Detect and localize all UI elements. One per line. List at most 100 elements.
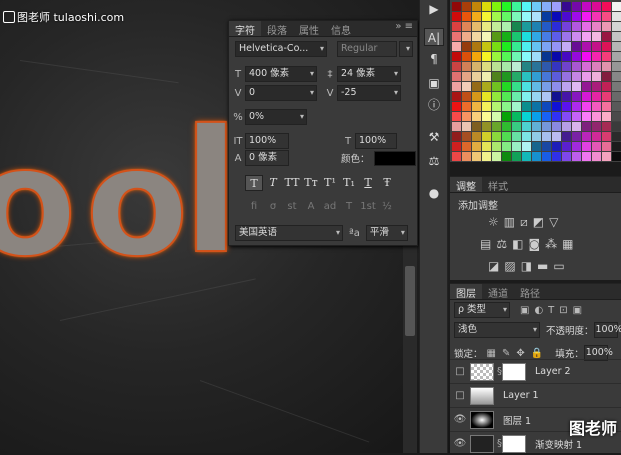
swatch[interactable]	[452, 122, 461, 131]
swatch[interactable]	[472, 12, 481, 21]
play-icon[interactable]: ▶	[424, 0, 444, 18]
swatch[interactable]	[612, 102, 621, 111]
swatch[interactable]	[492, 32, 501, 41]
swatch[interactable]	[472, 122, 481, 131]
swatch[interactable]	[522, 2, 531, 11]
swatch[interactable]	[582, 52, 591, 61]
swatch[interactable]	[532, 82, 541, 91]
swatch[interactable]	[512, 92, 521, 101]
swatch[interactable]	[472, 22, 481, 31]
text-color-swatch[interactable]	[373, 150, 416, 166]
swatch[interactable]	[602, 92, 611, 101]
swatch[interactable]	[462, 132, 471, 141]
swatch[interactable]	[572, 32, 581, 41]
swatch[interactable]	[582, 32, 591, 41]
swatch[interactable]	[502, 2, 511, 11]
titling-alternates-button[interactable]: ad	[321, 201, 339, 212]
swatch[interactable]	[542, 142, 551, 151]
swatch[interactable]	[452, 72, 461, 81]
swatch[interactable]	[502, 42, 511, 51]
swatch[interactable]	[512, 102, 521, 111]
swatch[interactable]	[532, 102, 541, 111]
swatch[interactable]	[582, 112, 591, 121]
swatch[interactable]	[492, 72, 501, 81]
swatch[interactable]	[552, 12, 561, 21]
swatch[interactable]	[452, 82, 461, 91]
threshold-icon[interactable]: ◨	[521, 259, 532, 273]
swatch[interactable]	[482, 12, 491, 21]
ordinals-button[interactable]: 1st	[359, 201, 377, 212]
tab-paragraph[interactable]: 段落	[261, 21, 293, 37]
swatch[interactable]	[542, 132, 551, 141]
swatch[interactable]	[552, 102, 561, 111]
swatch[interactable]	[562, 2, 571, 11]
swatch[interactable]	[602, 72, 611, 81]
tab-layers[interactable]: 图层	[450, 284, 482, 300]
swatch[interactable]	[562, 52, 571, 61]
swatch[interactable]	[612, 92, 621, 101]
swatch[interactable]	[512, 132, 521, 141]
swatch[interactable]	[512, 42, 521, 51]
swatch[interactable]	[612, 132, 621, 141]
swatch[interactable]	[452, 32, 461, 41]
character-panel-icon[interactable]: A|	[424, 28, 444, 46]
swatch[interactable]	[472, 52, 481, 61]
panel-menu-icon[interactable]: » ≡	[391, 21, 417, 36]
swatch[interactable]	[492, 12, 501, 21]
plugin-icon[interactable]: ●	[424, 184, 444, 202]
swatch[interactable]	[612, 42, 621, 51]
ligatures-button[interactable]: fi	[245, 201, 263, 212]
swatch[interactable]	[492, 142, 501, 151]
swatch[interactable]	[482, 122, 491, 131]
swatch[interactable]	[592, 122, 601, 131]
swatch[interactable]	[542, 12, 551, 21]
swatch[interactable]	[492, 132, 501, 141]
tsume-field[interactable]: 0% ▾	[245, 109, 307, 125]
swatch[interactable]	[572, 72, 581, 81]
swatch[interactable]	[462, 72, 471, 81]
faux-bold-button[interactable]: T	[245, 175, 263, 191]
photo-filter-icon[interactable]: ◙	[528, 237, 540, 251]
swatch[interactable]	[562, 112, 571, 121]
visibility-toggle[interactable]: □	[450, 366, 470, 377]
swatch[interactable]	[512, 22, 521, 31]
swatch[interactable]	[552, 2, 561, 11]
swatch[interactable]	[502, 132, 511, 141]
tracking-field[interactable]: -25 ▾	[337, 85, 401, 101]
tool-preset-icon[interactable]: ⚒	[424, 128, 444, 146]
swatch[interactable]	[532, 132, 541, 141]
swatch[interactable]	[592, 92, 601, 101]
swatch[interactable]	[572, 142, 581, 151]
swatch[interactable]	[462, 22, 471, 31]
swatch[interactable]	[522, 152, 531, 161]
swatch[interactable]	[572, 122, 581, 131]
antialias-select[interactable]: 平滑 ▾	[365, 225, 408, 241]
swatch[interactable]	[492, 22, 501, 31]
swatch[interactable]	[502, 142, 511, 151]
swatch[interactable]	[572, 2, 581, 11]
swatch[interactable]	[612, 72, 621, 81]
adjust-icon[interactable]: ⚖	[424, 152, 444, 170]
font-size-field[interactable]: 400 像素 ▾	[245, 66, 317, 82]
lock-icons[interactable]: ▦✎✥🔒	[487, 348, 550, 359]
swatch[interactable]	[492, 112, 501, 121]
swatch[interactable]	[512, 52, 521, 61]
layer-row[interactable]: □ § Layer 2	[450, 359, 621, 383]
swatch[interactable]	[462, 92, 471, 101]
swatch[interactable]	[562, 152, 571, 161]
swatch[interactable]	[472, 72, 481, 81]
swatch[interactable]	[602, 132, 611, 141]
swatch[interactable]	[482, 152, 491, 161]
swatch[interactable]	[542, 72, 551, 81]
baseline-shift-field[interactable]: 0 像素	[245, 150, 289, 166]
swatch[interactable]	[572, 52, 581, 61]
swatch[interactable]	[562, 132, 571, 141]
swatch[interactable]	[552, 122, 561, 131]
swatch[interactable]	[452, 2, 461, 11]
swatch[interactable]	[532, 152, 541, 161]
swatch[interactable]	[462, 152, 471, 161]
swatch[interactable]	[502, 72, 511, 81]
visibility-toggle[interactable]: □	[450, 390, 470, 401]
swatch[interactable]	[482, 32, 491, 41]
font-family-select[interactable]: Helvetica-Co... ▾	[235, 41, 327, 57]
